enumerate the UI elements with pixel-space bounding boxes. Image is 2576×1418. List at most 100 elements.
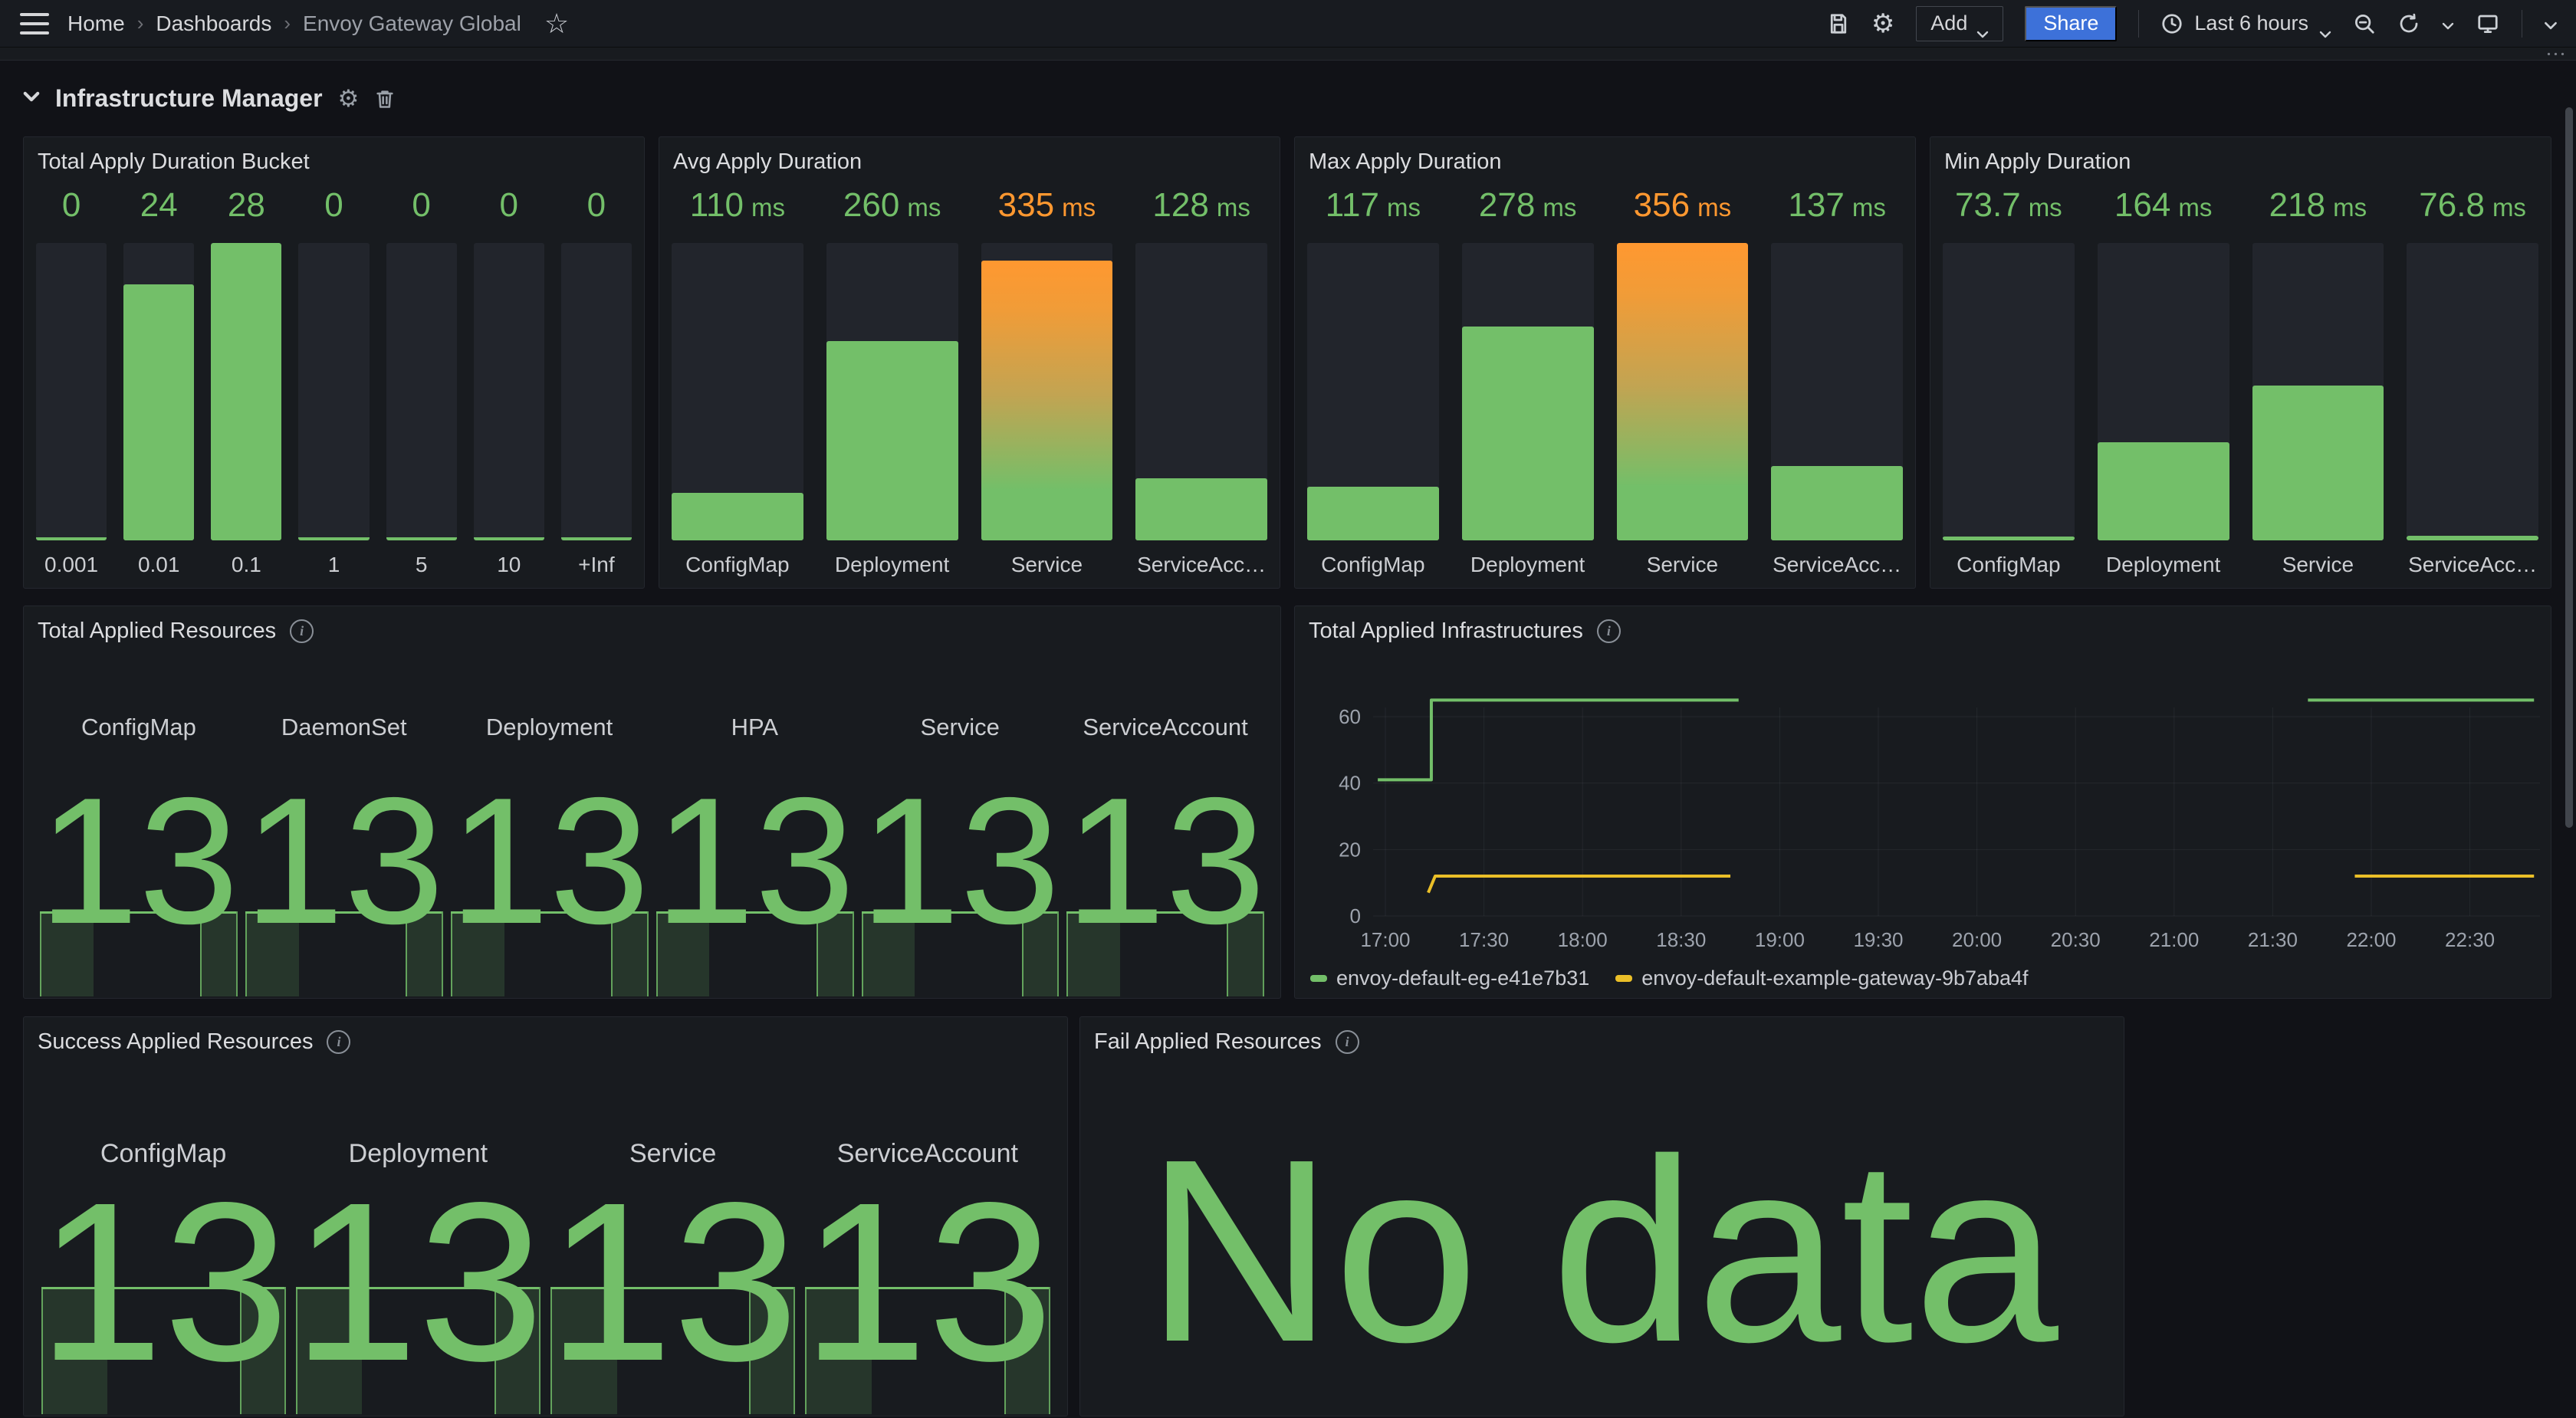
save-icon[interactable] xyxy=(1827,12,1850,35)
refresh-interval-chevron-icon[interactable] xyxy=(2442,20,2454,28)
info-icon[interactable]: i xyxy=(1336,1030,1359,1054)
bar-track xyxy=(36,243,107,540)
time-series-chart[interactable]: 020406017:0017:3018:0018:3019:0019:3020:… xyxy=(1307,617,2540,959)
x-axis-tick-label: 18:30 xyxy=(1656,928,1706,951)
legend-item[interactable]: envoy-default-example-gateway-9b7aba4f xyxy=(1615,967,2028,990)
bar-column: 335msService xyxy=(981,186,1113,577)
breadcrumb-dashboards[interactable]: Dashboards xyxy=(156,11,271,36)
tv-kiosk-icon[interactable] xyxy=(2476,12,2500,35)
x-axis-tick-label: 21:30 xyxy=(2248,928,2298,951)
bar-category-label: +Inf xyxy=(561,540,632,577)
stat-column: ServiceAccount13 xyxy=(800,1066,1055,1414)
bar-value-unit: ms xyxy=(1217,193,1250,222)
bar-fill xyxy=(672,493,803,540)
panel-total-applied-infrastructures[interactable]: Total Applied Infrastructures i 02040601… xyxy=(1294,606,2551,999)
bar-value: 0 xyxy=(474,186,544,231)
stat-label: ServiceAccount xyxy=(1063,714,1268,741)
bar-column: 110msConfigMap xyxy=(672,186,803,577)
breadcrumb-home[interactable]: Home xyxy=(67,11,125,36)
bar-value-number: 278 xyxy=(1479,186,1535,225)
menu-icon[interactable] xyxy=(20,13,49,34)
info-icon[interactable]: i xyxy=(327,1030,350,1054)
stat-value: 13 xyxy=(1063,770,1268,950)
stat-value: 13 xyxy=(546,1169,800,1395)
bar-baseline xyxy=(561,537,632,540)
share-button[interactable]: Share xyxy=(2025,6,2117,41)
dashboard-settings-gear-icon[interactable]: ⚙ xyxy=(1871,11,1894,37)
legend-item[interactable]: envoy-default-eg-e41e7b31 xyxy=(1310,967,1589,990)
series-line-envoy-default-eg-e41e7b31 xyxy=(1378,700,1739,780)
panel-title: Min Apply Duration xyxy=(1944,149,2131,175)
bar-track xyxy=(2098,243,2229,540)
bar-track xyxy=(2252,243,2384,540)
bar-value-unit: ms xyxy=(1062,193,1096,222)
bar-category-label: 10 xyxy=(474,540,544,577)
stat-value: 13 xyxy=(242,770,447,950)
bar-column: 05 xyxy=(386,186,457,577)
x-axis-tick-label: 21:00 xyxy=(2149,928,2199,951)
bar-value: 356ms xyxy=(1617,186,1749,231)
collapse-toolbar-chevron-icon[interactable] xyxy=(2544,20,2556,28)
stat-column: Service13 xyxy=(546,1066,800,1414)
bar-value-number: 28 xyxy=(228,186,265,225)
stat-label: HPA xyxy=(652,714,857,741)
time-range-picker[interactable]: Last 6 hours xyxy=(2160,11,2331,35)
row-settings-gear-icon[interactable]: ⚙ xyxy=(338,87,360,110)
stat-group: ConfigMap13DaemonSet13Deployment13HPA13S… xyxy=(36,655,1268,996)
bar-fill xyxy=(1771,466,1903,540)
bar-value-number: 218 xyxy=(2269,186,2325,225)
info-icon[interactable]: i xyxy=(290,619,314,643)
panel-success-applied-resources[interactable]: Success Applied Resources i ConfigMap13D… xyxy=(23,1016,1068,1416)
bar-value: 128ms xyxy=(1135,186,1267,231)
zoom-out-icon[interactable] xyxy=(2353,12,2376,35)
share-button-label: Share xyxy=(2043,11,2098,35)
bar-value-number: 117 xyxy=(1326,186,1379,225)
stat-value: 13 xyxy=(800,1169,1055,1395)
bar-value-number: 76.8 xyxy=(2419,186,2485,225)
refresh-icon[interactable] xyxy=(2397,12,2420,35)
bar-column: 0 +Inf xyxy=(561,186,632,577)
stat-label: Deployment xyxy=(447,714,652,741)
bar-value-number: 0 xyxy=(587,186,606,225)
bar-track xyxy=(298,243,369,540)
vertical-scrollbar[interactable] xyxy=(2565,107,2573,828)
bar-track xyxy=(1943,243,2075,540)
row-delete-trash-icon[interactable] xyxy=(374,88,396,110)
bar-gauge: 110msConfigMap260msDeployment335msServic… xyxy=(672,186,1267,577)
bar-baseline xyxy=(298,537,369,540)
panel-total-apply-duration-bucket[interactable]: Total Apply Duration Bucket 00.001240.01… xyxy=(23,136,645,589)
bar-category-label: 0.001 xyxy=(36,540,107,577)
bar-track xyxy=(826,243,958,540)
breadcrumb-current: Envoy Gateway Global xyxy=(303,11,521,36)
bar-fill xyxy=(123,284,194,540)
bar-track xyxy=(672,243,803,540)
bar-track xyxy=(211,243,281,540)
panel-resize-handle[interactable] xyxy=(2545,51,2565,57)
scrolled-panel-edge xyxy=(0,48,2576,61)
time-range-label: Last 6 hours xyxy=(2194,11,2308,35)
stat-column: Service13 xyxy=(857,655,1063,996)
bar-column: 356msService xyxy=(1617,186,1749,577)
bar-category-label: Service xyxy=(981,540,1113,577)
panel-total-applied-resources[interactable]: Total Applied Resources i ConfigMap13Dae… xyxy=(23,606,1281,999)
favorite-star-icon[interactable]: ☆ xyxy=(544,10,569,38)
x-axis-tick-label: 22:00 xyxy=(2346,928,2396,951)
panel-max-apply-duration[interactable]: Max Apply Duration 117msConfigMap278msDe… xyxy=(1294,136,1916,589)
info-icon[interactable]: i xyxy=(1597,619,1621,643)
panel-min-apply-duration[interactable]: Min Apply Duration 73.7msConfigMap164msD… xyxy=(1930,136,2551,589)
bar-value: 218 ms xyxy=(2252,186,2384,231)
bar-category-label: ConfigMap xyxy=(1307,540,1439,577)
panel-avg-apply-duration[interactable]: Avg Apply Duration 110msConfigMap260msDe… xyxy=(659,136,1280,589)
bar-value-unit: ms xyxy=(2333,193,2367,222)
panel-fail-applied-resources[interactable]: Fail Applied Resources i No data xyxy=(1079,1016,2124,1416)
bar-track xyxy=(1307,243,1439,540)
bar-track xyxy=(1135,243,1267,540)
bar-fill xyxy=(2407,536,2538,540)
y-axis-tick-label: 40 xyxy=(1339,772,1361,795)
add-button[interactable]: Add xyxy=(1916,6,2003,41)
row-header-infrastructure-manager[interactable]: Infrastructure Manager ⚙ xyxy=(23,84,396,113)
bar-gauge: 117msConfigMap278msDeployment356msServic… xyxy=(1307,186,1903,577)
bar-value-number: 24 xyxy=(140,186,178,225)
y-axis-tick-label: 20 xyxy=(1339,838,1361,861)
bar-track xyxy=(123,243,194,540)
